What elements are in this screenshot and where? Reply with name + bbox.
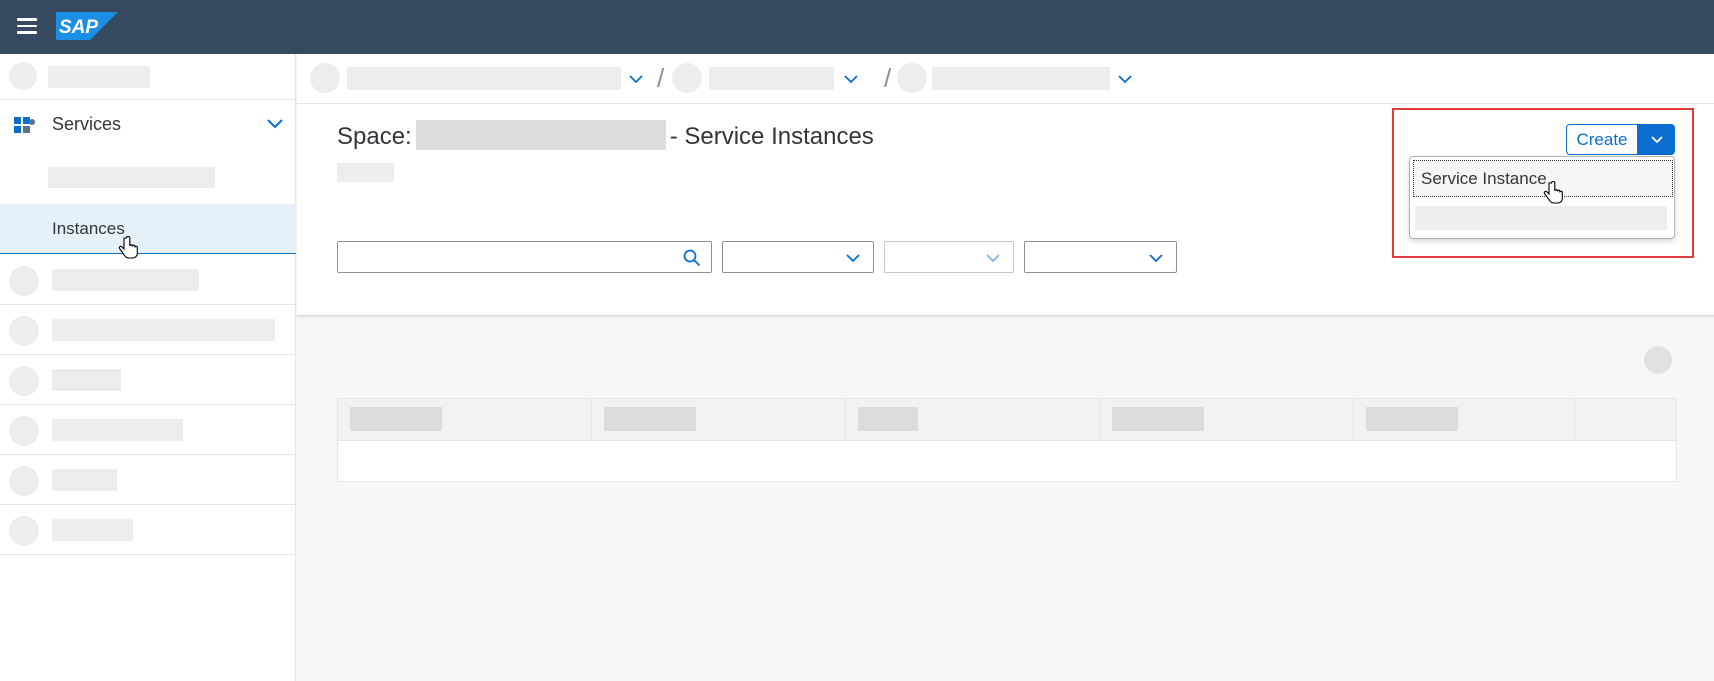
chevron-down-icon[interactable]: [628, 74, 644, 84]
chevron-down-icon[interactable]: [266, 118, 284, 130]
column-header: [1575, 399, 1676, 441]
sidebar-subitem-placeholder[interactable]: [48, 167, 215, 188]
space-name-mask: [415, 120, 666, 150]
filter-select-3[interactable]: [1024, 241, 1177, 273]
menu-item-label: Service Instance: [1421, 169, 1547, 188]
table-header: [338, 399, 1676, 441]
placeholder-text: [52, 419, 183, 441]
search-input[interactable]: [337, 241, 712, 273]
sidebar-item-instances[interactable]: Instances: [0, 204, 296, 254]
sidebar: Services Instances: [0, 54, 296, 681]
sidebar-item-placeholder[interactable]: [0, 255, 296, 305]
breadcrumb: / /: [297, 54, 1714, 104]
chevron-down-icon[interactable]: [843, 74, 859, 84]
filter-select-1[interactable]: [722, 241, 874, 273]
chevron-down-icon: [986, 254, 1000, 263]
sidebar-item-label: Instances: [52, 219, 125, 238]
chevron-down-icon: [846, 254, 860, 263]
subtitle-placeholder: [337, 163, 394, 182]
sidebar-item-placeholder[interactable]: [0, 54, 296, 100]
create-menu-button[interactable]: [1637, 124, 1675, 155]
menu-item-placeholder[interactable]: [1415, 206, 1667, 230]
breadcrumb-separator: /: [884, 63, 892, 93]
column-header[interactable]: [1100, 399, 1354, 441]
page-title-prefix: Space:: [337, 123, 412, 150]
placeholder-text: [48, 66, 150, 88]
sap-logo[interactable]: SAP: [56, 12, 118, 40]
filter-select-2[interactable]: [884, 241, 1014, 273]
placeholder-icon: [9, 516, 39, 546]
search-icon[interactable]: [683, 249, 701, 267]
column-header[interactable]: [592, 399, 846, 441]
services-icon: [14, 117, 35, 133]
breadcrumb-placeholder[interactable]: [347, 67, 621, 90]
breadcrumb-icon: [897, 63, 927, 93]
chevron-down-icon[interactable]: [1117, 74, 1133, 84]
create-split-button: Create: [1566, 124, 1675, 155]
menu-item-service-instance[interactable]: Service Instance: [1413, 160, 1673, 197]
sidebar-item-placeholder[interactable]: [0, 505, 296, 555]
column-header[interactable]: [1354, 399, 1575, 441]
sidebar-item-placeholder[interactable]: [0, 455, 296, 505]
create-menu: Service Instance: [1409, 156, 1675, 239]
sidebar-item-label: Services: [52, 114, 122, 134]
placeholder-icon: [9, 266, 39, 296]
sidebar-item-placeholder[interactable]: [0, 405, 296, 455]
placeholder-icon: [9, 62, 37, 90]
placeholder-text: [52, 519, 133, 541]
logo-text: SAP: [59, 17, 98, 38]
placeholder-text: [52, 469, 117, 491]
menu-icon[interactable]: [17, 18, 37, 34]
sidebar-item-placeholder[interactable]: [0, 305, 296, 355]
breadcrumb-placeholder[interactable]: [932, 67, 1110, 90]
create-button[interactable]: Create: [1566, 124, 1637, 155]
placeholder-text: [52, 369, 121, 391]
placeholder-text: [52, 319, 275, 341]
placeholder-icon: [9, 416, 39, 446]
placeholder-icon: [9, 316, 39, 346]
breadcrumb-icon: [310, 63, 340, 93]
shell-bar: SAP: [0, 0, 1714, 54]
sidebar-item-placeholder[interactable]: [0, 355, 296, 405]
chevron-down-icon: [1149, 254, 1163, 263]
page-title-suffix: - Service Instances: [669, 123, 874, 150]
placeholder-icon: [9, 466, 39, 496]
column-header[interactable]: [846, 399, 1100, 441]
instances-table: [337, 398, 1677, 482]
breadcrumb-separator: /: [657, 63, 665, 93]
busy-indicator: [1644, 346, 1672, 374]
chevron-down-icon: [1651, 136, 1663, 144]
placeholder-text: [52, 269, 199, 291]
column-header[interactable]: [338, 399, 592, 441]
page-title: Space: - Service Instances: [337, 120, 874, 151]
breadcrumb-placeholder[interactable]: [709, 67, 834, 90]
placeholder-icon: [9, 366, 39, 396]
breadcrumb-icon: [672, 63, 702, 93]
sidebar-item-services[interactable]: Services: [0, 100, 296, 150]
